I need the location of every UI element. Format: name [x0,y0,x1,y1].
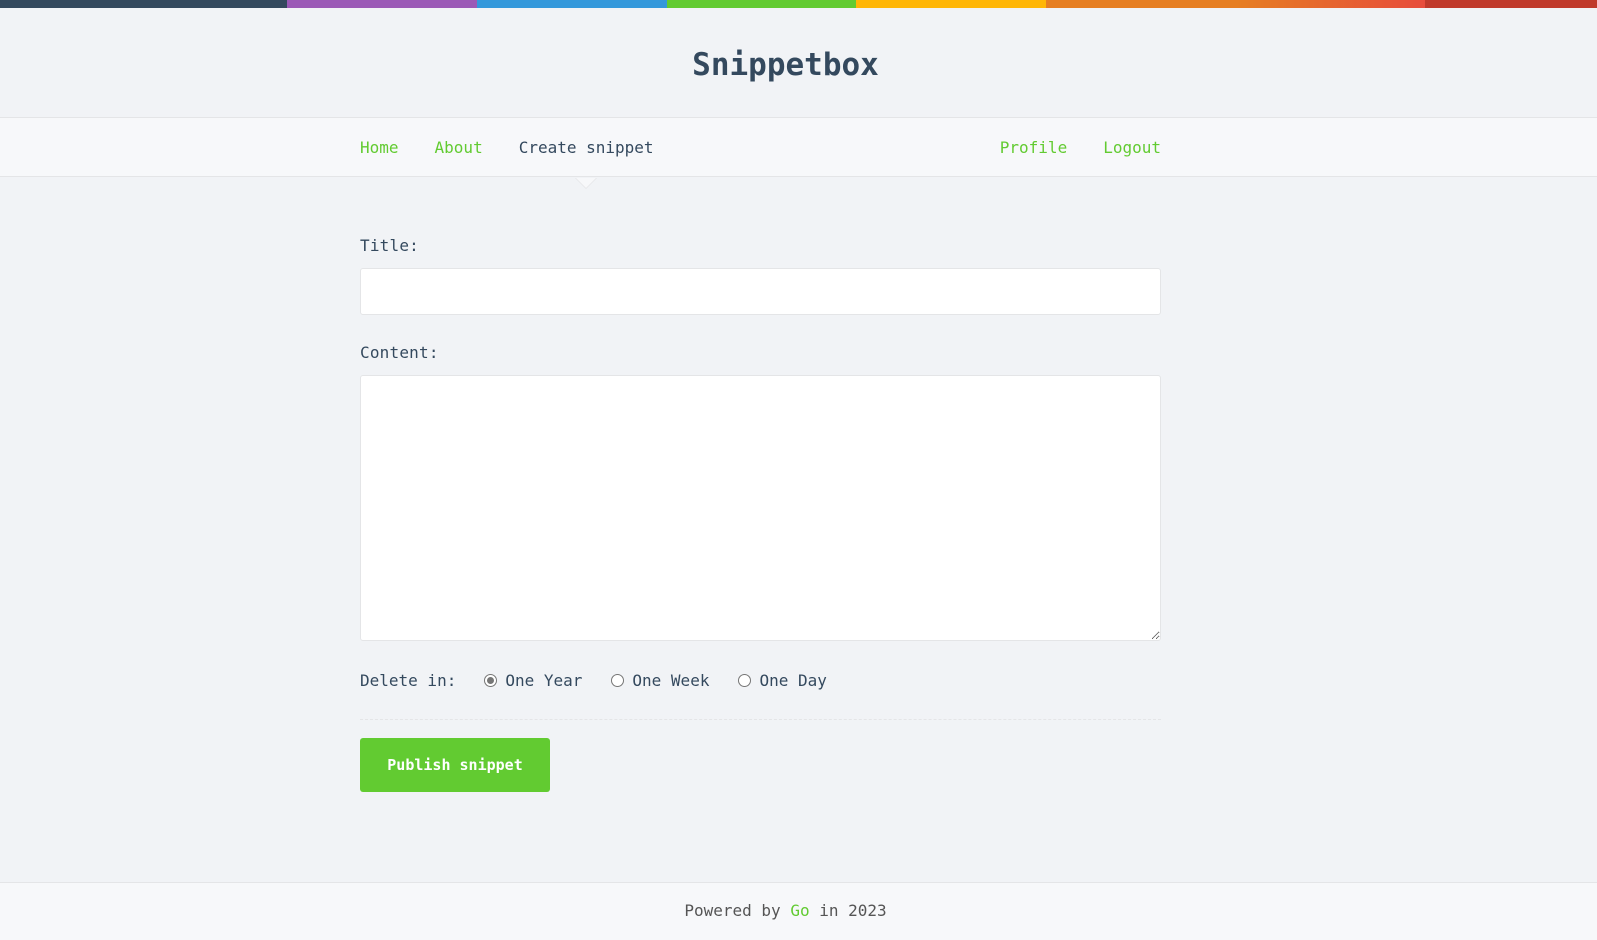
site-footer: Powered by Go in 2023 [0,882,1597,940]
expires-option-label: One Day [759,671,827,690]
rainbow-segment [1046,0,1236,8]
expires-option-label: One Week [632,671,710,690]
expires-option-one-day[interactable]: One Day [738,671,827,690]
rainbow-segment [0,0,287,8]
footer-prefix: Powered by [684,901,781,920]
rainbow-segment [1236,0,1425,8]
expires-option-label: One Year [505,671,583,690]
create-snippet-form: Title: Content: Delete in: One Year One … [360,236,1161,792]
main-nav: Home About Create snippet Profile Logout [0,117,1597,189]
nav-create-snippet-link[interactable]: Create snippet [519,138,654,189]
radio-one-day[interactable] [738,674,752,687]
nav-home-link[interactable]: Home [360,138,399,157]
nav-about-link[interactable]: About [435,138,483,157]
content-label: Content: [360,343,439,362]
nav-inner: Home About Create snippet Profile Logout [360,118,1161,189]
nav-left-group: Home About Create snippet [360,138,690,189]
rainbow-segment [1425,0,1597,8]
title-label: Title: [360,236,419,255]
radio-one-week[interactable] [611,674,625,687]
rainbow-segment [667,0,856,8]
radio-one-year[interactable] [484,674,498,687]
expires-option-one-week[interactable]: One Week [611,671,709,690]
title-input[interactable] [360,268,1161,315]
expires-label: Delete in: [360,671,457,690]
site-title[interactable]: Snippetbox [692,47,879,83]
nav-profile-link[interactable]: Profile [1000,138,1067,157]
publish-snippet-button[interactable]: Publish snippet [360,738,550,792]
content-textarea[interactable] [360,375,1161,641]
site-header: Snippetbox [0,8,1597,117]
footer-text: Powered by Go in 2023 [684,901,886,920]
footer-suffix: in 2023 [819,901,887,920]
title-group: Title: [360,236,1161,315]
rainbow-segment [287,0,477,8]
form-divider [360,719,1161,720]
content-group: Content: [360,343,1161,641]
nav-logout-link[interactable]: Logout [1103,138,1161,157]
rainbow-segment [856,0,1046,8]
nav-right-group: Profile Logout [1000,138,1161,157]
rainbow-segment [477,0,667,8]
footer-go-link[interactable]: Go [790,901,809,920]
expires-group: Delete in: One Year One Week One Day [360,671,1161,690]
expires-option-one-year[interactable]: One Year [484,671,582,690]
rainbow-bar [0,0,1597,8]
